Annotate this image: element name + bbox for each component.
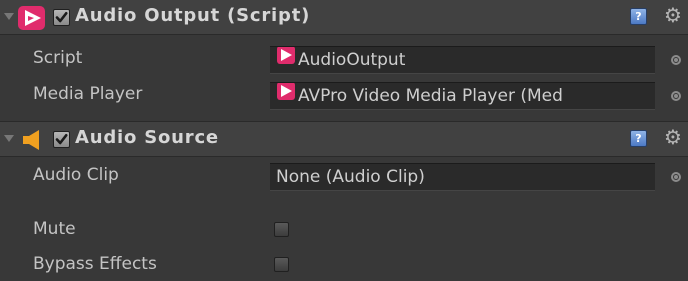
component-enabled-checkbox[interactable] — [53, 9, 70, 26]
audio-speaker-icon — [17, 127, 47, 157]
component-header-audio-output[interactable]: Audio Output (Script) ? ⚙ — [0, 0, 688, 35]
object-picker-icon[interactable] — [671, 91, 681, 101]
component-title: Audio Source — [75, 127, 219, 148]
field-label-audio-clip: Audio Clip — [33, 165, 119, 185]
script-field[interactable]: AudioOutput — [270, 46, 655, 74]
component-enabled-checkbox[interactable] — [53, 131, 70, 148]
media-player-field[interactable]: AVPro Video Media Player (Med — [270, 82, 655, 110]
foldout-arrow-icon[interactable] — [4, 13, 14, 20]
field-label-media-player: Media Player — [33, 84, 143, 104]
object-picker-icon[interactable] — [671, 55, 681, 65]
audio-clip-field[interactable]: None (Audio Clip) — [270, 163, 655, 191]
script-field-value: AudioOutput — [298, 50, 406, 70]
component-title: Audio Output (Script) — [75, 5, 311, 26]
inspector-panel: Audio Output (Script) ? ⚙ Script AudioOu… — [0, 0, 688, 281]
component-header-audio-source[interactable]: Audio Source ? ⚙ — [0, 121, 688, 157]
foldout-arrow-icon[interactable] — [4, 135, 14, 142]
mute-checkbox[interactable] — [274, 222, 289, 237]
gear-icon[interactable]: ⚙ — [664, 127, 682, 147]
audio-clip-field-value: None (Audio Clip) — [276, 167, 425, 187]
field-label-script: Script — [33, 48, 83, 68]
help-icon[interactable]: ? — [630, 8, 647, 25]
gear-icon[interactable]: ⚙ — [664, 5, 682, 25]
bypass-effects-checkbox[interactable] — [274, 257, 289, 272]
field-label-bypass-effects: Bypass Effects — [33, 254, 157, 274]
help-icon[interactable]: ? — [630, 130, 647, 147]
field-label-mute: Mute — [33, 219, 76, 239]
avpro-icon — [17, 4, 47, 36]
avpro-icon — [276, 83, 296, 109]
avpro-icon — [276, 47, 296, 73]
object-picker-icon[interactable] — [671, 172, 681, 182]
media-player-field-value: AVPro Video Media Player (Med — [298, 86, 563, 106]
